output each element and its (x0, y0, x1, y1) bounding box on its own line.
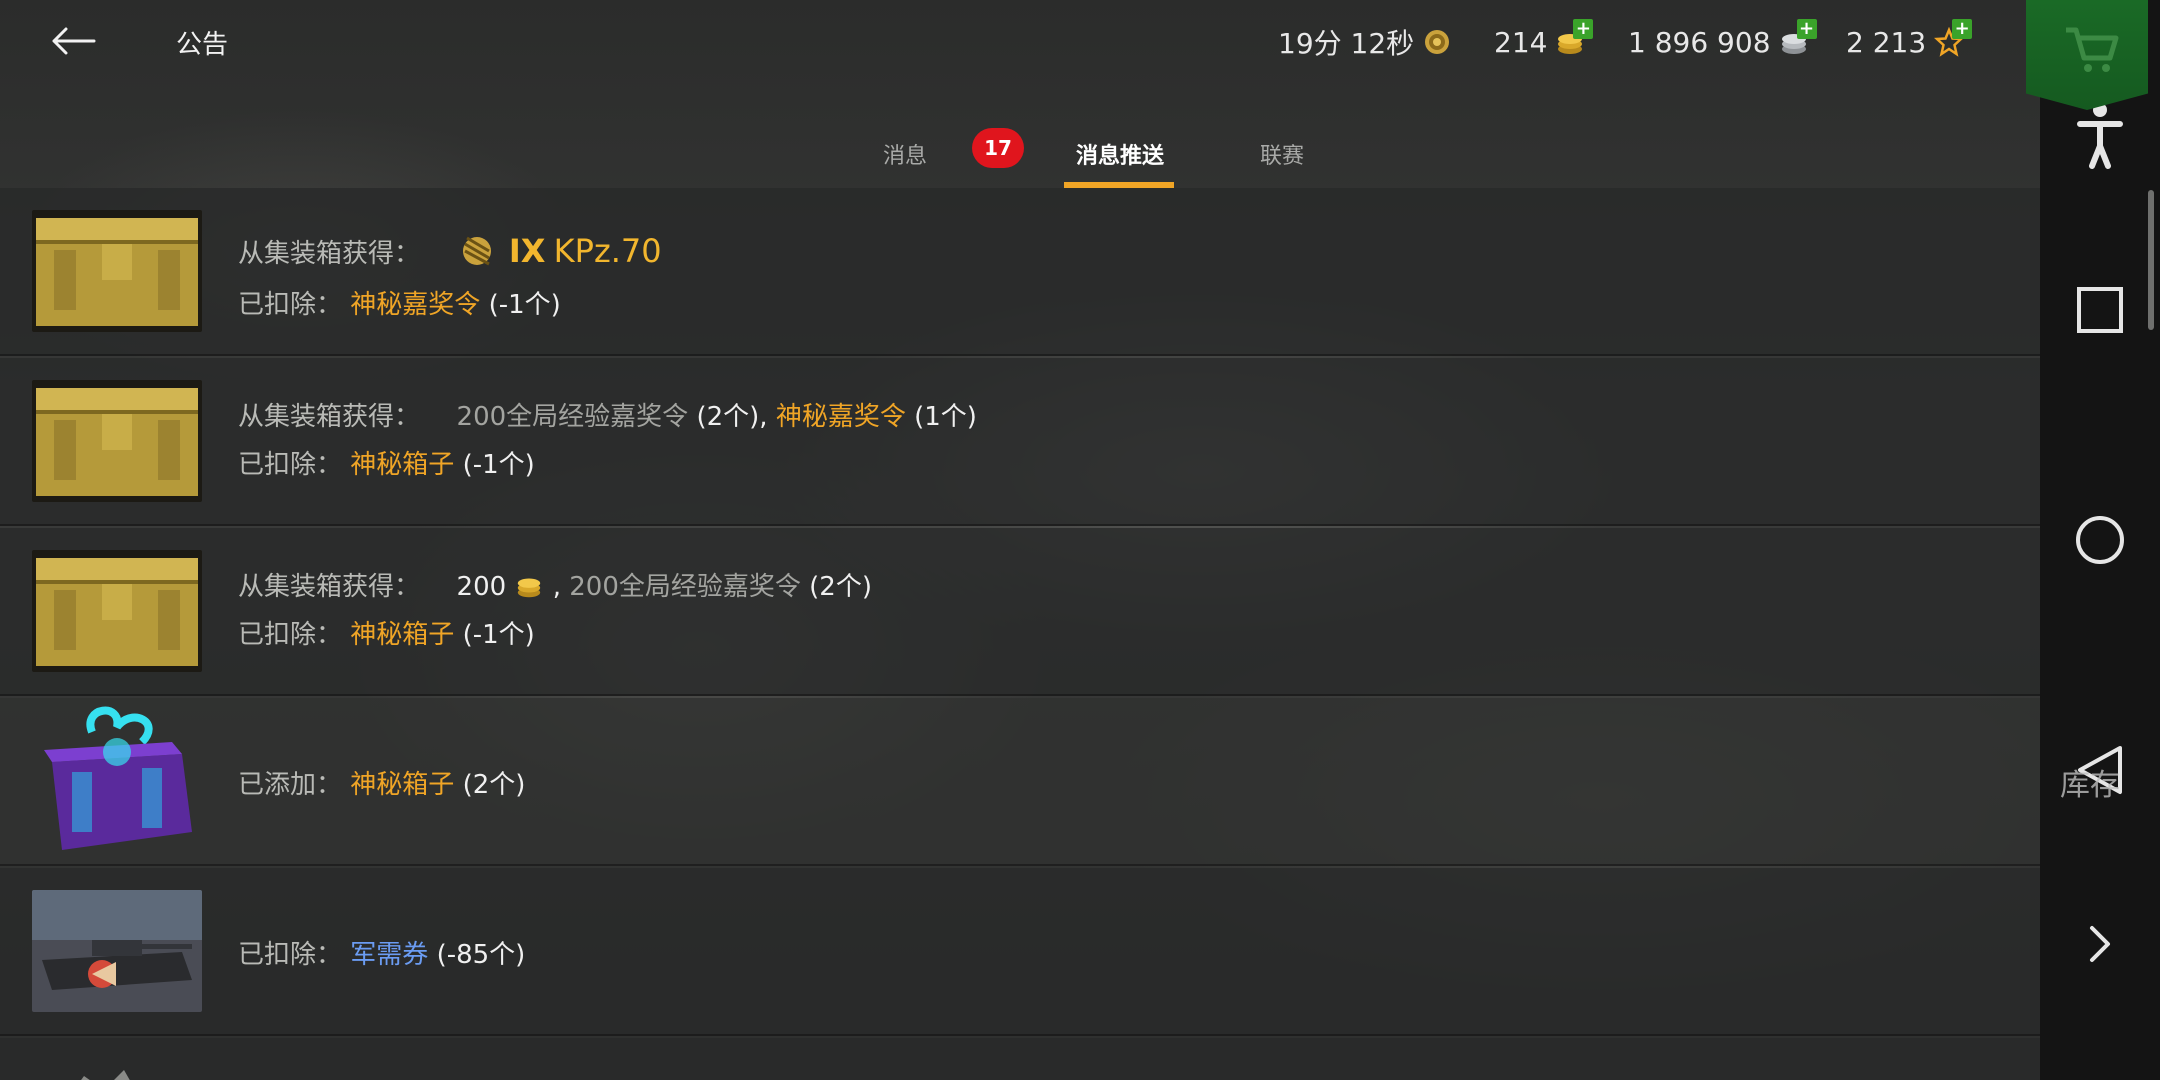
free-xp-amount: 2 213 (1846, 25, 1927, 59)
gold-amount: 214 (1494, 25, 1548, 59)
free-xp-star-icon: + (1934, 19, 1973, 57)
tab-messages[interactable]: 消息 (883, 138, 927, 170)
message-label: 从集装箱获得： (238, 239, 421, 269)
gold-coins-icon: + (1555, 19, 1594, 57)
next-page-button[interactable] (2070, 914, 2130, 974)
list-scrollbar[interactable] (2148, 190, 2154, 330)
consumed-item-count: (-1个) (462, 620, 535, 650)
reward-item-name: 200全局经验嘉奖令 (456, 402, 689, 432)
tab-message-push[interactable]: 消息推送 (1076, 138, 1164, 170)
partial-item-image (64, 1058, 144, 1080)
page-title: 公告 (176, 30, 229, 60)
message-label: 已扣除： (238, 940, 343, 970)
list-item[interactable]: 从集装箱获得： 200全局经验嘉奖令 (2个), 神秘嘉奖令 (1个) 已扣除：… (0, 358, 2040, 526)
message-line-1: 已扣除： 军需券 (-85个) (238, 934, 525, 971)
reward-gold-amount: 200 (456, 572, 507, 602)
gold-balance[interactable]: 214 + (1494, 19, 1594, 62)
supply-ticket-image (32, 890, 202, 1012)
gold-container-image (32, 210, 202, 332)
home-button[interactable] (2070, 510, 2130, 570)
back-arrow-icon (52, 27, 96, 55)
list-item[interactable]: 从集装箱获得： 200 , 200全局经验嘉奖令 (2个) 已扣除： 神秘箱子 … (0, 528, 2040, 696)
gold-coins-icon (518, 578, 541, 598)
added-item-name: 神秘箱子 (350, 770, 455, 800)
list-item[interactable]: 已扣除： 军需券 (-85个) (0, 868, 2040, 1036)
premium-timer[interactable]: 19分 12秒 (1278, 22, 1452, 62)
message-line-2: 已扣除： 神秘嘉奖令 (-1个) (238, 284, 561, 321)
added-item-count: (2个) (462, 770, 526, 800)
top-bar: 公告 19分 12秒 214 + 1 896 908 + 2 213 + (0, 0, 2040, 84)
tab-league[interactable]: 联赛 (1260, 138, 1304, 170)
separator: , (552, 572, 561, 602)
free-xp-balance[interactable]: 2 213 + (1846, 19, 1973, 62)
back-button[interactable] (48, 18, 100, 64)
premium-timer-text: 19分 12秒 (1278, 27, 1415, 60)
circle-nav-icon (2076, 516, 2124, 564)
silver-balance[interactable]: 1 896 908 + (1628, 19, 1817, 62)
recents-button[interactable] (2070, 280, 2130, 340)
list-item[interactable] (0, 1038, 2040, 1080)
consumed-item-count: (-1个) (462, 450, 535, 480)
chevron-right-icon (2090, 926, 2110, 962)
message-line-2: 已扣除： 神秘箱子 (-1个) (238, 614, 535, 651)
reward-item-name: 神秘嘉奖令 (775, 402, 906, 432)
message-line-1: 已添加： 神秘箱子 (2个) (238, 764, 525, 801)
gold-container-image (32, 380, 202, 502)
message-label: 从集装箱获得： (238, 572, 421, 602)
buy-silver-plus-icon[interactable]: + (1796, 19, 1817, 39)
shop-cart-icon (2066, 27, 2119, 72)
message-label: 已扣除： (238, 290, 343, 320)
square-nav-icon (2077, 287, 2123, 333)
consumed-item-name: 军需券 (350, 940, 429, 970)
consumed-item-name: 神秘嘉奖令 (350, 290, 481, 320)
person-icon (2077, 103, 2123, 169)
unread-badge: 17 (972, 128, 1024, 168)
reward-item-count: (2个) (809, 572, 872, 602)
message-label: 已扣除： (238, 620, 343, 650)
message-label: 已添加： (238, 770, 343, 800)
message-label: 已扣除： (238, 450, 343, 480)
consumed-item-count: (-1个) (488, 290, 561, 320)
reward-vehicle-name: KPz.70 (553, 232, 662, 270)
message-label: 从集装箱获得： (238, 402, 421, 432)
consumed-item-name: 神秘箱子 (350, 450, 455, 480)
accessibility-button[interactable] (2070, 100, 2130, 169)
consumed-item-name: 神秘箱子 (350, 620, 455, 650)
elite-tier-icon (462, 236, 491, 266)
message-line-1: 从集装箱获得： 200全局经验嘉奖令 (2个), 神秘嘉奖令 (1个) (238, 396, 977, 433)
tank-tier: IX (508, 232, 546, 270)
storage-label[interactable]: 库存 (2060, 760, 2120, 804)
android-nav-bar (2040, 0, 2160, 1080)
reward-item-name: 200全局经验嘉奖令 (569, 572, 801, 602)
gold-container-image (32, 550, 202, 672)
shop-button[interactable] (2026, 0, 2148, 110)
list-item[interactable]: 已添加： 神秘箱子 (2个) (0, 698, 2040, 866)
silver-coins-icon: + (1779, 19, 1817, 57)
message-line-1: 从集装箱获得： 200 , 200全局经验嘉奖令 (2个) (238, 566, 872, 603)
message-line-2: 已扣除： 神秘箱子 (-1个) (238, 444, 535, 481)
list-item[interactable]: 从集装箱获得： IX KPz.70 已扣除： 神秘嘉奖令 (-1个) (0, 188, 2040, 356)
convert-xp-plus-icon[interactable]: + (1952, 19, 1973, 39)
reward-item-count: (1个) (914, 402, 977, 432)
reward-item-count: (2个), (696, 402, 768, 432)
silver-amount: 1 896 908 (1628, 25, 1771, 59)
buy-gold-plus-icon[interactable]: + (1573, 19, 1594, 39)
timer-medal-icon (1422, 27, 1452, 57)
consumed-item-count: (-85个) (436, 940, 526, 970)
message-line-1: 从集装箱获得： IX KPz.70 (238, 232, 662, 270)
mystery-box-image (32, 702, 202, 862)
